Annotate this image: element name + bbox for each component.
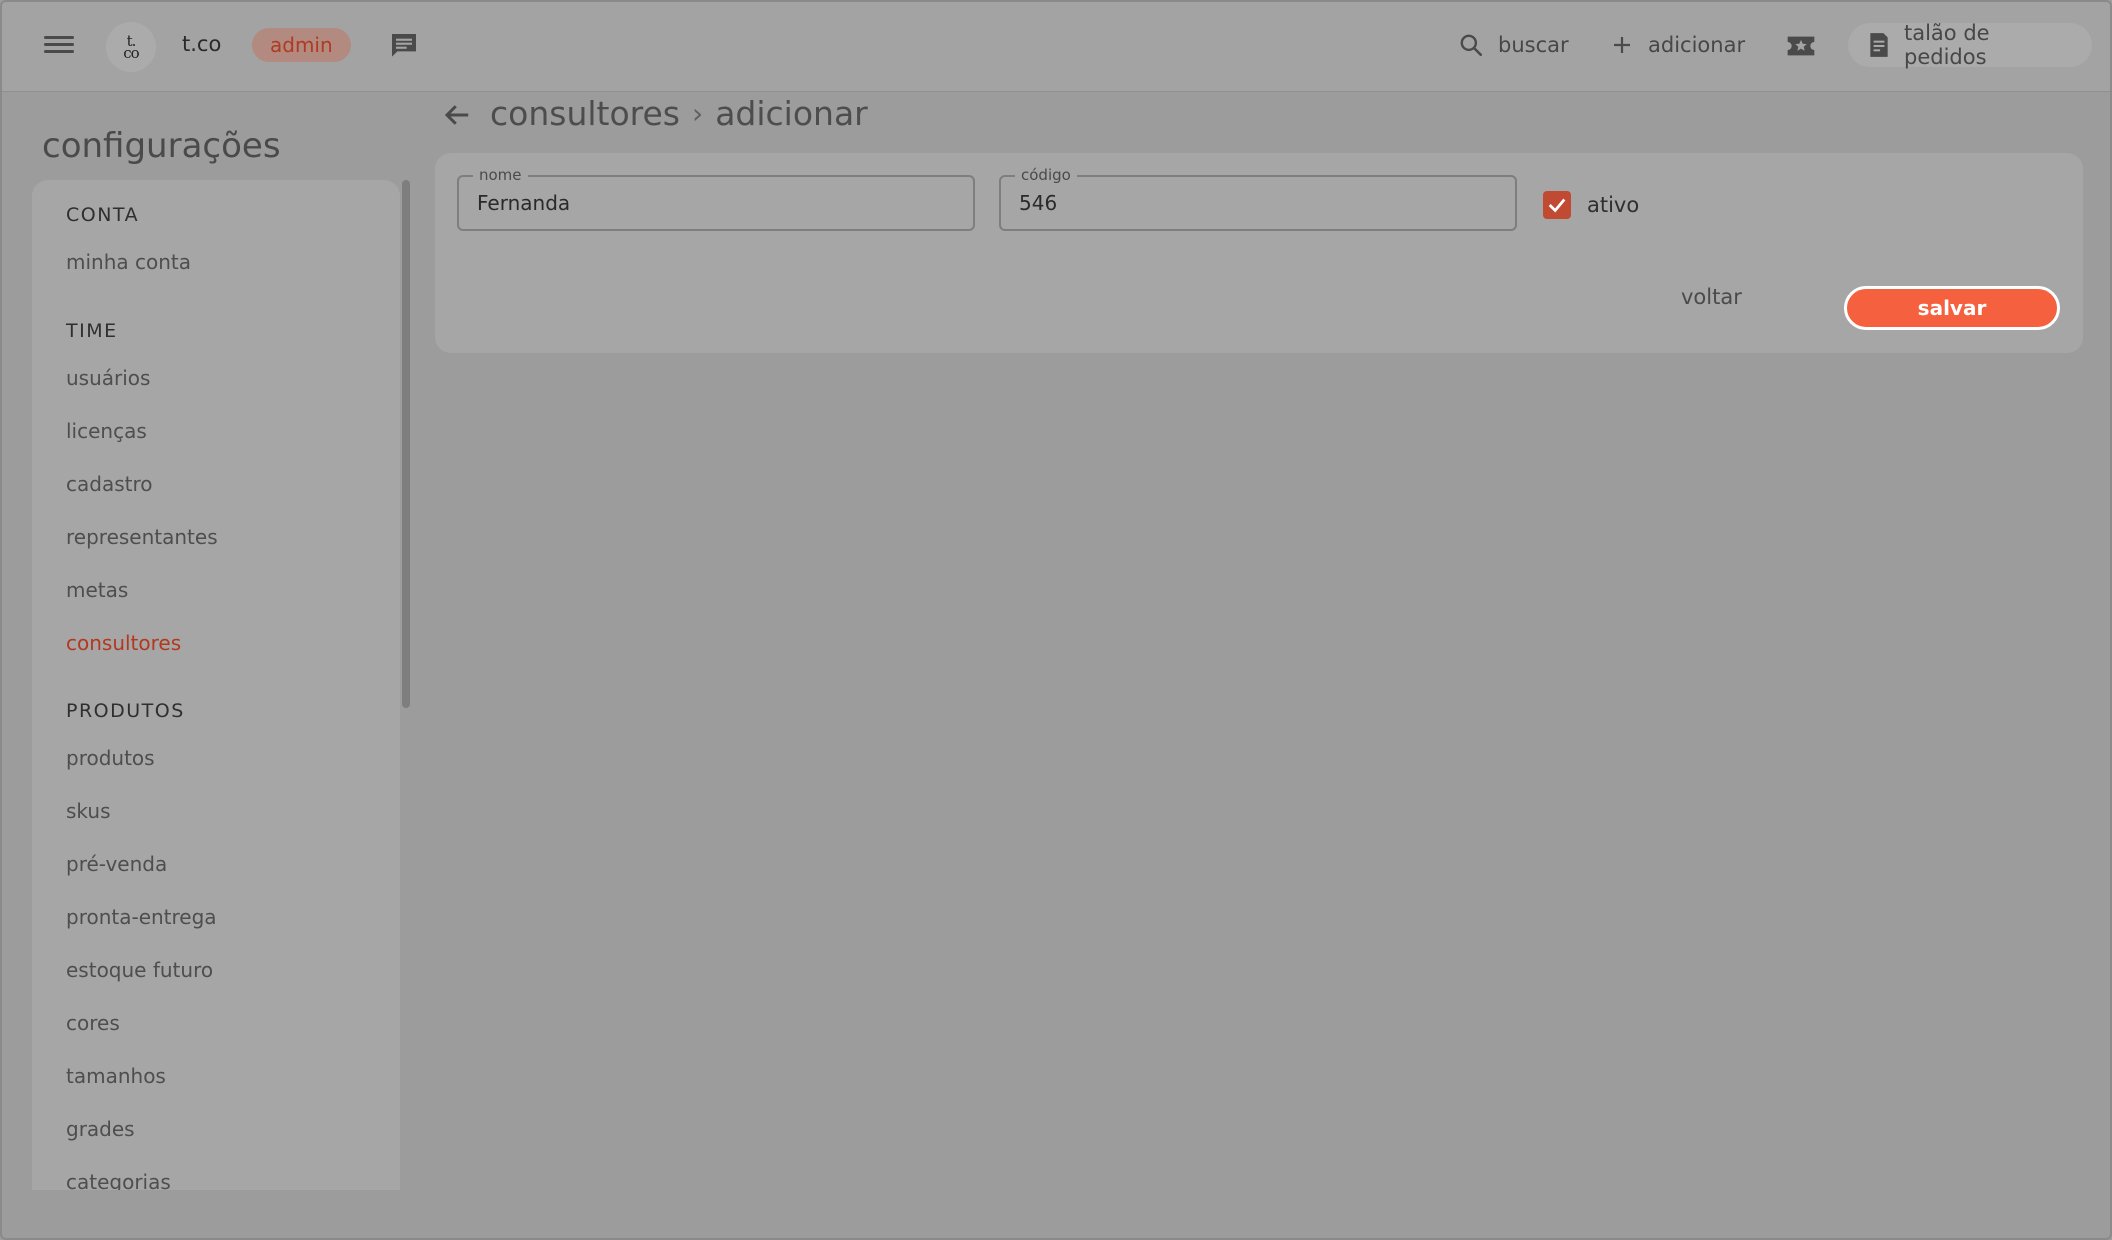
role-badge: admin xyxy=(252,28,351,62)
sidebar-item-estoque-futuro[interactable]: estoque futuro xyxy=(66,958,213,982)
ticket-icon[interactable] xyxy=(1784,30,1818,62)
active-checkbox[interactable] xyxy=(1543,191,1571,219)
sidebar-item-cadastro[interactable]: cadastro xyxy=(66,472,152,496)
orders-label: talão de pedidos xyxy=(1904,21,1990,69)
sidebar-item-pronta-entrega[interactable]: pronta-entrega xyxy=(66,905,217,929)
sidebar-item-usuarios[interactable]: usuários xyxy=(66,366,150,390)
breadcrumb-current: adicionar xyxy=(715,94,868,133)
consultant-form-card: nome código ativo voltar salvar xyxy=(435,153,2083,353)
save-button[interactable]: salvar xyxy=(1844,286,2060,330)
search-button[interactable]: buscar xyxy=(1458,28,1569,62)
menu-icon[interactable] xyxy=(44,32,74,58)
top-bar: t. co t.co admin buscar adicionar talão … xyxy=(2,2,2110,92)
breadcrumb-parent[interactable]: consultores xyxy=(490,94,680,133)
search-icon xyxy=(1460,34,1483,57)
active-checkbox-row[interactable]: ativo xyxy=(1543,191,1639,219)
sidebar-item-consultores[interactable]: consultores xyxy=(66,631,181,655)
plus-icon xyxy=(1614,37,1630,53)
document-icon xyxy=(1870,33,1888,57)
sidebar-group-time: TIME xyxy=(66,320,118,342)
back-arrow-icon[interactable] xyxy=(442,100,472,130)
app-window: t. co t.co admin buscar adicionar talão … xyxy=(0,0,2112,1240)
back-button[interactable]: voltar xyxy=(1681,285,1742,309)
sidebar-scrollbar[interactable] xyxy=(402,180,410,708)
sidebar-group-produtos: PRODUTOS xyxy=(66,700,185,722)
check-icon xyxy=(1548,198,1566,213)
sidebar-item-produtos[interactable]: produtos xyxy=(66,746,155,770)
sidebar-item-skus[interactable]: skus xyxy=(66,799,110,823)
sidebar-item-grades[interactable]: grades xyxy=(66,1117,135,1141)
name-field: nome xyxy=(457,166,975,231)
company-logo[interactable]: t. co xyxy=(106,22,156,72)
sidebar-item-representantes[interactable]: representantes xyxy=(66,525,218,549)
sidebar-item-pre-venda[interactable]: pré-venda xyxy=(66,852,167,876)
sidebar-title: configurações xyxy=(42,126,281,166)
code-input[interactable] xyxy=(1001,177,1515,229)
add-label: adicionar xyxy=(1648,33,1746,57)
sidebar-item-licencas[interactable]: licenças xyxy=(66,419,147,443)
sidebar-group-conta: CONTA xyxy=(66,204,140,226)
sidebar-item-metas[interactable]: metas xyxy=(66,578,128,602)
active-checkbox-label: ativo xyxy=(1587,193,1640,217)
add-button[interactable]: adicionar xyxy=(1610,28,1745,62)
sidebar-item-tamanhos[interactable]: tamanhos xyxy=(66,1064,166,1088)
company-name: t.co xyxy=(182,32,222,56)
sidebar-item-categorias[interactable]: categorias xyxy=(66,1170,171,1190)
sidebar-item-cores[interactable]: cores xyxy=(66,1011,120,1035)
settings-sidebar: CONTA minha conta TIME usuários licenças… xyxy=(32,180,400,1190)
chevron-right-icon: › xyxy=(692,97,704,130)
orders-button[interactable]: talão de pedidos xyxy=(1848,21,2092,69)
sidebar-item-minha-conta[interactable]: minha conta xyxy=(66,250,191,274)
search-label: buscar xyxy=(1498,33,1569,57)
breadcrumb: consultores › adicionar xyxy=(490,94,868,133)
code-field: código xyxy=(999,166,1517,231)
chat-icon[interactable] xyxy=(388,30,420,62)
name-input[interactable] xyxy=(459,177,973,229)
